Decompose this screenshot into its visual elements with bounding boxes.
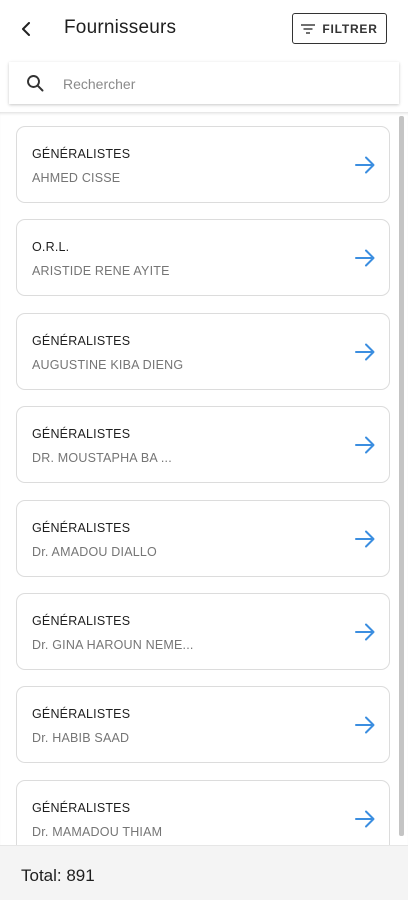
total-count: Total: 891 bbox=[21, 866, 95, 885]
arrow-right-icon[interactable] bbox=[354, 247, 376, 269]
provider-category: GÉNÉRALISTES bbox=[32, 800, 131, 815]
filter-lines-icon bbox=[301, 23, 316, 34]
app-screen: Fournisseurs FILTRER GÉNÉRALISTES AHMED C… bbox=[0, 0, 408, 900]
provider-category: O.R.L. bbox=[32, 240, 70, 255]
provider-category: GÉNÉRALISTES bbox=[32, 707, 131, 722]
provider-card[interactable]: GÉNÉRALISTES Dr. HABIB SAAD bbox=[16, 686, 390, 764]
provider-category: GÉNÉRALISTES bbox=[32, 520, 131, 535]
provider-card[interactable]: GÉNÉRALISTES AUGUSTINE KIBA DIENG bbox=[16, 312, 390, 390]
provider-card[interactable]: GÉNÉRALISTES Dr. AMADOU DIALLO bbox=[16, 499, 390, 577]
arrow-right-icon[interactable] bbox=[354, 341, 376, 363]
provider-list[interactable]: GÉNÉRALISTES AHMED CISSE O.R.L. ARISTIDE RE… bbox=[0, 112, 408, 845]
provider-card[interactable]: GÉNÉRALISTES Dr. MAMADOU THIAM bbox=[16, 779, 390, 845]
provider-name: AUGUSTINE KIBA DIENG bbox=[32, 357, 184, 372]
provider-name: Dr. HABIB SAAD bbox=[32, 731, 130, 746]
arrow-right-icon[interactable] bbox=[354, 621, 376, 643]
list-scrollbar[interactable] bbox=[399, 116, 404, 836]
provider-name: Dr. AMADOU DIALLO bbox=[32, 544, 157, 559]
provider-category: GÉNÉRALISTES bbox=[32, 614, 131, 628]
search-icon bbox=[27, 75, 44, 92]
filter-button[interactable]: FILTRER bbox=[292, 13, 387, 44]
provider-category: GÉNÉRALISTES bbox=[32, 427, 131, 442]
provider-card[interactable]: GÉNÉRALISTES DR. MOUSTAPHA BA ... bbox=[16, 406, 390, 484]
provider-name: ARISTIDE RENE AYITE bbox=[32, 264, 170, 279]
top-bar: Fournisseurs FILTRER bbox=[0, 0, 408, 60]
arrow-right-icon[interactable] bbox=[354, 714, 376, 736]
provider-card[interactable]: GÉNÉRALISTES Dr. GINA HAROUN NEME... bbox=[16, 593, 390, 670]
provider-category: GÉNÉRALISTES bbox=[32, 333, 131, 348]
provider-name: AHMED CISSE bbox=[32, 171, 121, 185]
back-arrow-icon bbox=[22, 22, 30, 36]
arrow-right-icon[interactable] bbox=[354, 528, 376, 550]
arrow-right-icon[interactable] bbox=[354, 154, 376, 176]
provider-name: DR. MOUSTAPHA BA ... bbox=[32, 451, 172, 466]
provider-card[interactable]: O.R.L. ARISTIDE RENE AYITE bbox=[16, 219, 390, 297]
arrow-right-icon[interactable] bbox=[354, 434, 376, 456]
provider-name: Dr. MAMADOU THIAM bbox=[32, 824, 163, 839]
provider-card[interactable]: GÉNÉRALISTES AHMED CISSE bbox=[16, 126, 390, 203]
provider-name: Dr. GINA HAROUN NEME... bbox=[32, 638, 194, 652]
filter-button-label: FILTRER bbox=[322, 21, 378, 36]
search-bar bbox=[9, 62, 399, 104]
page-title: Fournisseurs bbox=[64, 17, 177, 38]
provider-category: GÉNÉRALISTES bbox=[32, 147, 131, 161]
back-button[interactable] bbox=[14, 17, 38, 41]
footer-bar: Total: 891 bbox=[0, 845, 408, 900]
arrow-right-icon[interactable] bbox=[354, 808, 376, 830]
search-input[interactable] bbox=[61, 70, 385, 98]
